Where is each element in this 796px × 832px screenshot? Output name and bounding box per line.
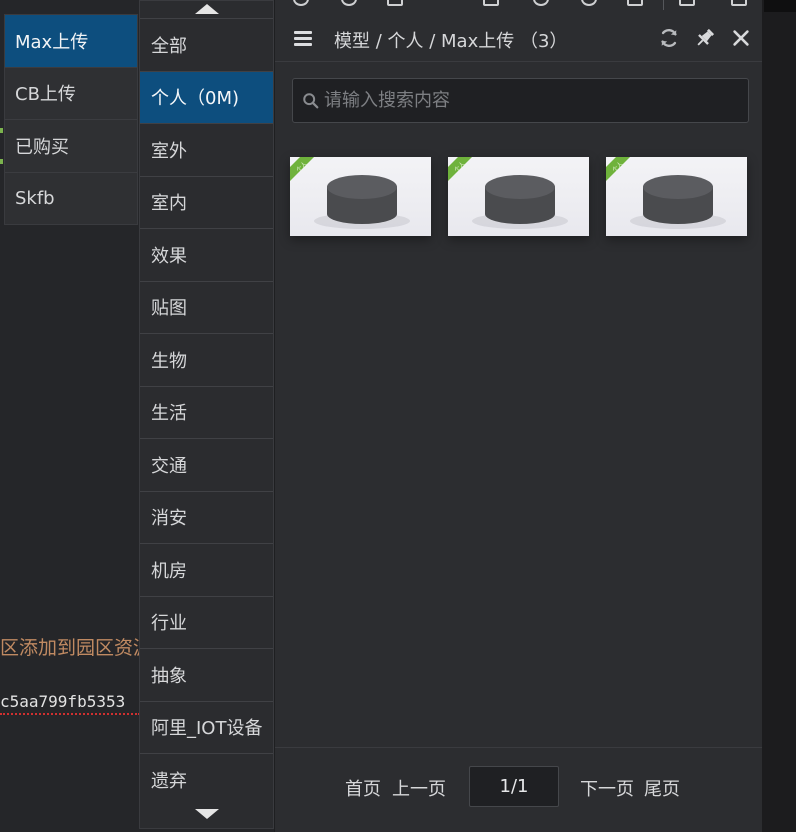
category-list: 全部 个人（0M) 室外 室内 效果 贴图 生物 生活 交通 消安 机房 行业 … (140, 18, 273, 806)
category-item-indoor[interactable]: 室内 (140, 175, 273, 229)
source-item-purchased[interactable]: 已购买 (5, 120, 137, 173)
cylinder-thumbnail (630, 175, 726, 229)
editor-code-line: c5aa799fb5353 (0, 692, 140, 715)
toolbar-scissors-icon[interactable] (581, 0, 597, 6)
refresh-icon[interactable] (658, 27, 680, 49)
category-item-traffic[interactable]: 交通 (140, 438, 273, 491)
search-input[interactable] (324, 79, 739, 122)
toolbar-circle-icon[interactable] (293, 0, 309, 6)
category-item-creatures[interactable]: 生物 (140, 333, 273, 386)
hamburger-menu-icon[interactable] (294, 31, 312, 46)
category-item-fire-safety[interactable]: 消安 (140, 490, 273, 544)
search-box (292, 78, 749, 123)
category-item-effects[interactable]: 效果 (140, 228, 273, 281)
cylinder-thumbnail (314, 175, 410, 229)
toolbar-box-icon[interactable] (387, 0, 403, 6)
last-page-link[interactable]: 尾页 (644, 775, 680, 801)
close-icon[interactable] (730, 27, 752, 49)
triangle-down-icon (194, 809, 219, 819)
toolbar-circle-icon[interactable] (341, 0, 357, 6)
toolbar-scissors-icon[interactable] (533, 0, 549, 6)
cylinder-thumbnail (472, 175, 568, 229)
source-menu: Max上传 CB上传 已购买 Skfb (4, 14, 138, 225)
panel-header: 模型 / 个人 / Max上传 （3） (275, 16, 763, 62)
editor-text-line: 区添加到园区资源 (0, 637, 140, 659)
pin-icon[interactable] (694, 27, 716, 49)
toolbar-doc-icon[interactable] (679, 0, 695, 6)
model-library-panel: 模型 / 个人 / Max上传 （3） 请输入搜索内容 个人 个人 个人 首页 … (274, 0, 763, 832)
source-item-skfb[interactable]: Skfb (5, 173, 137, 226)
category-menu: 全部 个人（0M) 室外 室内 效果 贴图 生物 生活 交通 消安 机房 行业 … (139, 0, 274, 829)
category-scroll-up-button[interactable] (140, 1, 273, 17)
next-page-link[interactable]: 下一页 (580, 775, 634, 801)
model-card[interactable]: 个人 (606, 157, 747, 236)
breadcrumb: 模型 / 个人 / Max上传 （3） (334, 31, 568, 52)
triangle-up-icon (194, 4, 219, 14)
category-item-industry[interactable]: 行业 (140, 595, 273, 649)
model-card[interactable]: 个人 (448, 157, 589, 236)
search-icon (303, 93, 319, 109)
model-card[interactable]: 个人 (290, 157, 431, 236)
category-item-life[interactable]: 生活 (140, 385, 273, 439)
category-item-abandoned[interactable]: 遗弃 (140, 753, 273, 806)
toolbar-box-icon[interactable] (483, 0, 499, 6)
toolbar-divider (663, 0, 664, 10)
edge-tab (764, 0, 796, 12)
category-item-server-room[interactable]: 机房 (140, 543, 273, 596)
editor-gutter-mark (0, 159, 3, 164)
category-scroll-down-button[interactable] (140, 804, 273, 824)
category-item-textures[interactable]: 贴图 (140, 280, 273, 334)
prev-page-link[interactable]: 上一页 (392, 775, 446, 801)
right-edge-strip (762, 0, 796, 832)
pagination: 首页 上一页 下一页 尾页 (275, 747, 763, 832)
category-item-abstract[interactable]: 抽象 (140, 648, 273, 701)
category-item-all[interactable]: 全部 (140, 18, 273, 71)
source-item-max-upload[interactable]: Max上传 (5, 15, 137, 68)
editor-gutter-mark (0, 128, 3, 133)
category-item-personal[interactable]: 个人（0M) (140, 70, 273, 123)
page-number-input[interactable] (469, 766, 559, 807)
category-item-ali-iot[interactable]: 阿里_IOT设备 (140, 700, 273, 754)
toolbar-chat-icon[interactable] (731, 0, 747, 6)
category-item-outdoor[interactable]: 室外 (140, 123, 273, 176)
top-toolbar (275, 0, 763, 14)
toolbar-box-icon[interactable] (627, 0, 643, 6)
source-item-cb-upload[interactable]: CB上传 (5, 68, 137, 120)
first-page-link[interactable]: 首页 (345, 775, 381, 801)
